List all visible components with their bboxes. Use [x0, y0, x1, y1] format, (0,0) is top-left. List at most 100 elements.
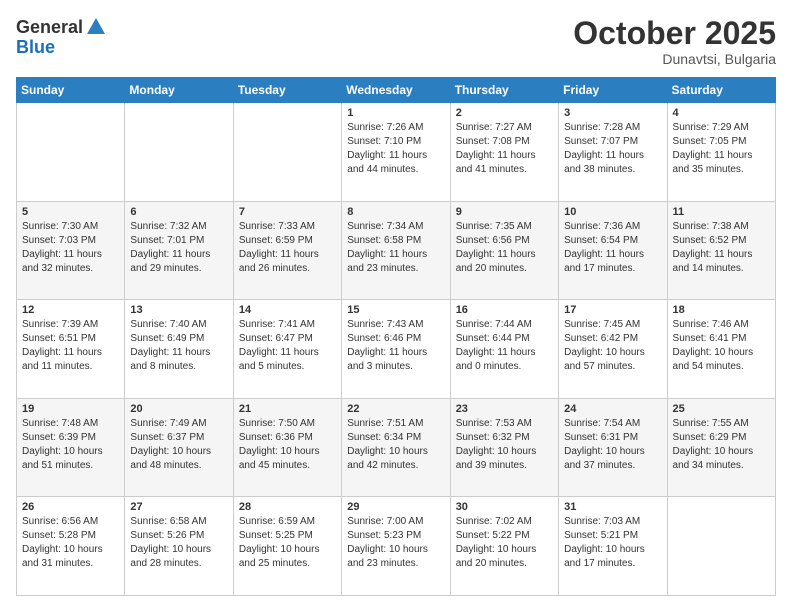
day-number: 24 — [564, 403, 661, 415]
day-number: 8 — [347, 206, 444, 218]
day-number: 29 — [347, 501, 444, 513]
day-info: Sunrise: 7:32 AMSunset: 7:01 PMDaylight:… — [130, 220, 227, 276]
page: General Blue October 2025 Dunavtsi, Bulg… — [0, 0, 792, 612]
day-number: 25 — [673, 403, 770, 415]
table-row: 18 Sunrise: 7:46 AMSunset: 6:41 PMDaylig… — [667, 300, 775, 399]
day-info: Sunrise: 7:49 AMSunset: 6:37 PMDaylight:… — [130, 417, 227, 473]
day-number: 3 — [564, 107, 661, 119]
table-row: 12 Sunrise: 7:39 AMSunset: 6:51 PMDaylig… — [17, 300, 125, 399]
table-row: 9 Sunrise: 7:35 AMSunset: 6:56 PMDayligh… — [450, 201, 558, 300]
table-row: 19 Sunrise: 7:48 AMSunset: 6:39 PMDaylig… — [17, 398, 125, 497]
day-info: Sunrise: 7:44 AMSunset: 6:44 PMDaylight:… — [456, 318, 553, 374]
table-row: 5 Sunrise: 7:30 AMSunset: 7:03 PMDayligh… — [17, 201, 125, 300]
day-info: Sunrise: 7:02 AMSunset: 5:22 PMDaylight:… — [456, 515, 553, 571]
header-saturday: Saturday — [667, 78, 775, 103]
table-row — [667, 497, 775, 596]
day-info: Sunrise: 7:45 AMSunset: 6:42 PMDaylight:… — [564, 318, 661, 374]
day-info: Sunrise: 7:34 AMSunset: 6:58 PMDaylight:… — [347, 220, 444, 276]
day-info: Sunrise: 6:56 AMSunset: 5:28 PMDaylight:… — [22, 515, 119, 571]
day-number: 11 — [673, 206, 770, 218]
day-number: 4 — [673, 107, 770, 119]
table-row: 25 Sunrise: 7:55 AMSunset: 6:29 PMDaylig… — [667, 398, 775, 497]
table-row: 28 Sunrise: 6:59 AMSunset: 5:25 PMDaylig… — [233, 497, 341, 596]
table-row: 3 Sunrise: 7:28 AMSunset: 7:07 PMDayligh… — [559, 103, 667, 202]
day-info: Sunrise: 7:27 AMSunset: 7:08 PMDaylight:… — [456, 121, 553, 177]
calendar-week-row: 26 Sunrise: 6:56 AMSunset: 5:28 PMDaylig… — [17, 497, 776, 596]
table-row: 24 Sunrise: 7:54 AMSunset: 6:31 PMDaylig… — [559, 398, 667, 497]
table-row: 30 Sunrise: 7:02 AMSunset: 5:22 PMDaylig… — [450, 497, 558, 596]
day-number: 20 — [130, 403, 227, 415]
day-number: 14 — [239, 304, 336, 316]
table-row: 31 Sunrise: 7:03 AMSunset: 5:21 PMDaylig… — [559, 497, 667, 596]
calendar-week-row: 12 Sunrise: 7:39 AMSunset: 6:51 PMDaylig… — [17, 300, 776, 399]
table-row: 27 Sunrise: 6:58 AMSunset: 5:26 PMDaylig… — [125, 497, 233, 596]
logo-general-text: General — [16, 18, 83, 36]
title-area: October 2025 Dunavtsi, Bulgaria — [573, 16, 776, 67]
table-row: 21 Sunrise: 7:50 AMSunset: 6:36 PMDaylig… — [233, 398, 341, 497]
day-number: 28 — [239, 501, 336, 513]
table-row: 26 Sunrise: 6:56 AMSunset: 5:28 PMDaylig… — [17, 497, 125, 596]
day-info: Sunrise: 7:36 AMSunset: 6:54 PMDaylight:… — [564, 220, 661, 276]
table-row: 11 Sunrise: 7:38 AMSunset: 6:52 PMDaylig… — [667, 201, 775, 300]
logo-blue-text: Blue — [16, 37, 55, 57]
day-info: Sunrise: 6:59 AMSunset: 5:25 PMDaylight:… — [239, 515, 336, 571]
table-row: 17 Sunrise: 7:45 AMSunset: 6:42 PMDaylig… — [559, 300, 667, 399]
day-info: Sunrise: 7:33 AMSunset: 6:59 PMDaylight:… — [239, 220, 336, 276]
table-row: 22 Sunrise: 7:51 AMSunset: 6:34 PMDaylig… — [342, 398, 450, 497]
header-thursday: Thursday — [450, 78, 558, 103]
logo-icon — [85, 16, 107, 38]
day-number: 6 — [130, 206, 227, 218]
day-number: 13 — [130, 304, 227, 316]
table-row: 29 Sunrise: 7:00 AMSunset: 5:23 PMDaylig… — [342, 497, 450, 596]
header-wednesday: Wednesday — [342, 78, 450, 103]
table-row — [125, 103, 233, 202]
table-row: 2 Sunrise: 7:27 AMSunset: 7:08 PMDayligh… — [450, 103, 558, 202]
calendar-header-row: Sunday Monday Tuesday Wednesday Thursday… — [17, 78, 776, 103]
day-number: 26 — [22, 501, 119, 513]
day-info: Sunrise: 7:43 AMSunset: 6:46 PMDaylight:… — [347, 318, 444, 374]
day-info: Sunrise: 7:50 AMSunset: 6:36 PMDaylight:… — [239, 417, 336, 473]
table-row — [17, 103, 125, 202]
day-info: Sunrise: 7:35 AMSunset: 6:56 PMDaylight:… — [456, 220, 553, 276]
day-info: Sunrise: 7:29 AMSunset: 7:05 PMDaylight:… — [673, 121, 770, 177]
day-info: Sunrise: 7:46 AMSunset: 6:41 PMDaylight:… — [673, 318, 770, 374]
day-number: 7 — [239, 206, 336, 218]
day-number: 9 — [456, 206, 553, 218]
logo: General Blue — [16, 16, 107, 58]
location-title: Dunavtsi, Bulgaria — [573, 51, 776, 67]
calendar-week-row: 1 Sunrise: 7:26 AMSunset: 7:10 PMDayligh… — [17, 103, 776, 202]
table-row: 8 Sunrise: 7:34 AMSunset: 6:58 PMDayligh… — [342, 201, 450, 300]
table-row: 10 Sunrise: 7:36 AMSunset: 6:54 PMDaylig… — [559, 201, 667, 300]
day-number: 21 — [239, 403, 336, 415]
day-number: 17 — [564, 304, 661, 316]
day-info: Sunrise: 7:28 AMSunset: 7:07 PMDaylight:… — [564, 121, 661, 177]
day-number: 15 — [347, 304, 444, 316]
day-info: Sunrise: 7:26 AMSunset: 7:10 PMDaylight:… — [347, 121, 444, 177]
header: General Blue October 2025 Dunavtsi, Bulg… — [16, 16, 776, 67]
calendar-week-row: 5 Sunrise: 7:30 AMSunset: 7:03 PMDayligh… — [17, 201, 776, 300]
day-info: Sunrise: 7:39 AMSunset: 6:51 PMDaylight:… — [22, 318, 119, 374]
day-info: Sunrise: 6:58 AMSunset: 5:26 PMDaylight:… — [130, 515, 227, 571]
table-row: 7 Sunrise: 7:33 AMSunset: 6:59 PMDayligh… — [233, 201, 341, 300]
calendar-table: Sunday Monday Tuesday Wednesday Thursday… — [16, 77, 776, 596]
day-info: Sunrise: 7:54 AMSunset: 6:31 PMDaylight:… — [564, 417, 661, 473]
day-info: Sunrise: 7:53 AMSunset: 6:32 PMDaylight:… — [456, 417, 553, 473]
day-number: 18 — [673, 304, 770, 316]
table-row: 15 Sunrise: 7:43 AMSunset: 6:46 PMDaylig… — [342, 300, 450, 399]
table-row: 13 Sunrise: 7:40 AMSunset: 6:49 PMDaylig… — [125, 300, 233, 399]
day-info: Sunrise: 7:00 AMSunset: 5:23 PMDaylight:… — [347, 515, 444, 571]
day-info: Sunrise: 7:30 AMSunset: 7:03 PMDaylight:… — [22, 220, 119, 276]
day-number: 22 — [347, 403, 444, 415]
day-number: 27 — [130, 501, 227, 513]
table-row: 23 Sunrise: 7:53 AMSunset: 6:32 PMDaylig… — [450, 398, 558, 497]
table-row: 14 Sunrise: 7:41 AMSunset: 6:47 PMDaylig… — [233, 300, 341, 399]
table-row: 6 Sunrise: 7:32 AMSunset: 7:01 PMDayligh… — [125, 201, 233, 300]
day-number: 5 — [22, 206, 119, 218]
day-number: 23 — [456, 403, 553, 415]
day-number: 10 — [564, 206, 661, 218]
month-title: October 2025 — [573, 16, 776, 51]
day-info: Sunrise: 7:51 AMSunset: 6:34 PMDaylight:… — [347, 417, 444, 473]
header-monday: Monday — [125, 78, 233, 103]
day-number: 1 — [347, 107, 444, 119]
day-info: Sunrise: 7:40 AMSunset: 6:49 PMDaylight:… — [130, 318, 227, 374]
